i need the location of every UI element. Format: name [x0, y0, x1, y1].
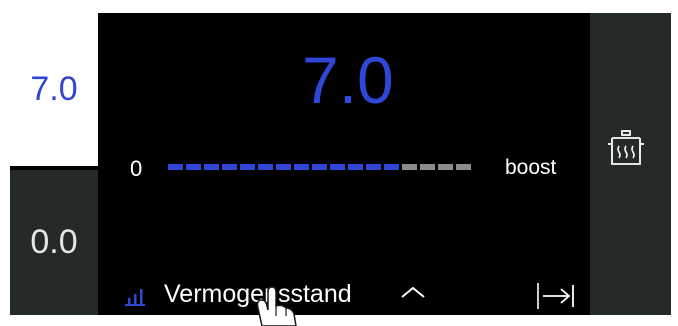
power-level-icon: [125, 289, 145, 306]
power-bar-segment: [312, 164, 327, 170]
chevron-up-icon[interactable]: [400, 283, 426, 303]
power-bar-segment: [222, 164, 237, 170]
power-bar-segment: [204, 164, 219, 170]
power-bar-segment: [330, 164, 345, 170]
zone-inactive-tile[interactable]: 0.0: [10, 170, 98, 315]
power-bar-segment: [258, 164, 273, 170]
power-level-value: 7.0: [302, 43, 394, 117]
power-bar-segment: [384, 164, 399, 170]
power-bar-segment: [168, 164, 183, 170]
power-bar-segment: [276, 164, 291, 170]
power-bar-segment: [438, 164, 453, 170]
touch-hand-icon: [256, 286, 297, 326]
power-bar-segment: [366, 164, 381, 170]
power-bar-segment: [420, 164, 435, 170]
pot-icon[interactable]: [606, 130, 646, 168]
power-bar-segment: [240, 164, 255, 170]
scale-min-label: 0: [130, 156, 143, 181]
power-bar-segment: [348, 164, 363, 170]
zone-inactive-value: 0.0: [30, 223, 78, 261]
power-bar-segment: [456, 164, 471, 170]
arrow-to-end-icon[interactable]: [536, 281, 576, 311]
power-level-slider[interactable]: [168, 164, 474, 170]
scale-max-label: boost: [505, 156, 557, 179]
zone-active-value: 7.0: [30, 70, 78, 108]
power-bar-segment: [294, 164, 309, 170]
cooktop-control-panel: 7.0 0.0 7.0 0 boost Vermogensstand: [10, 13, 671, 315]
power-bar-segment: [186, 164, 201, 170]
power-bar-segment: [402, 164, 417, 170]
zone-active-tile[interactable]: 7.0: [10, 13, 98, 166]
